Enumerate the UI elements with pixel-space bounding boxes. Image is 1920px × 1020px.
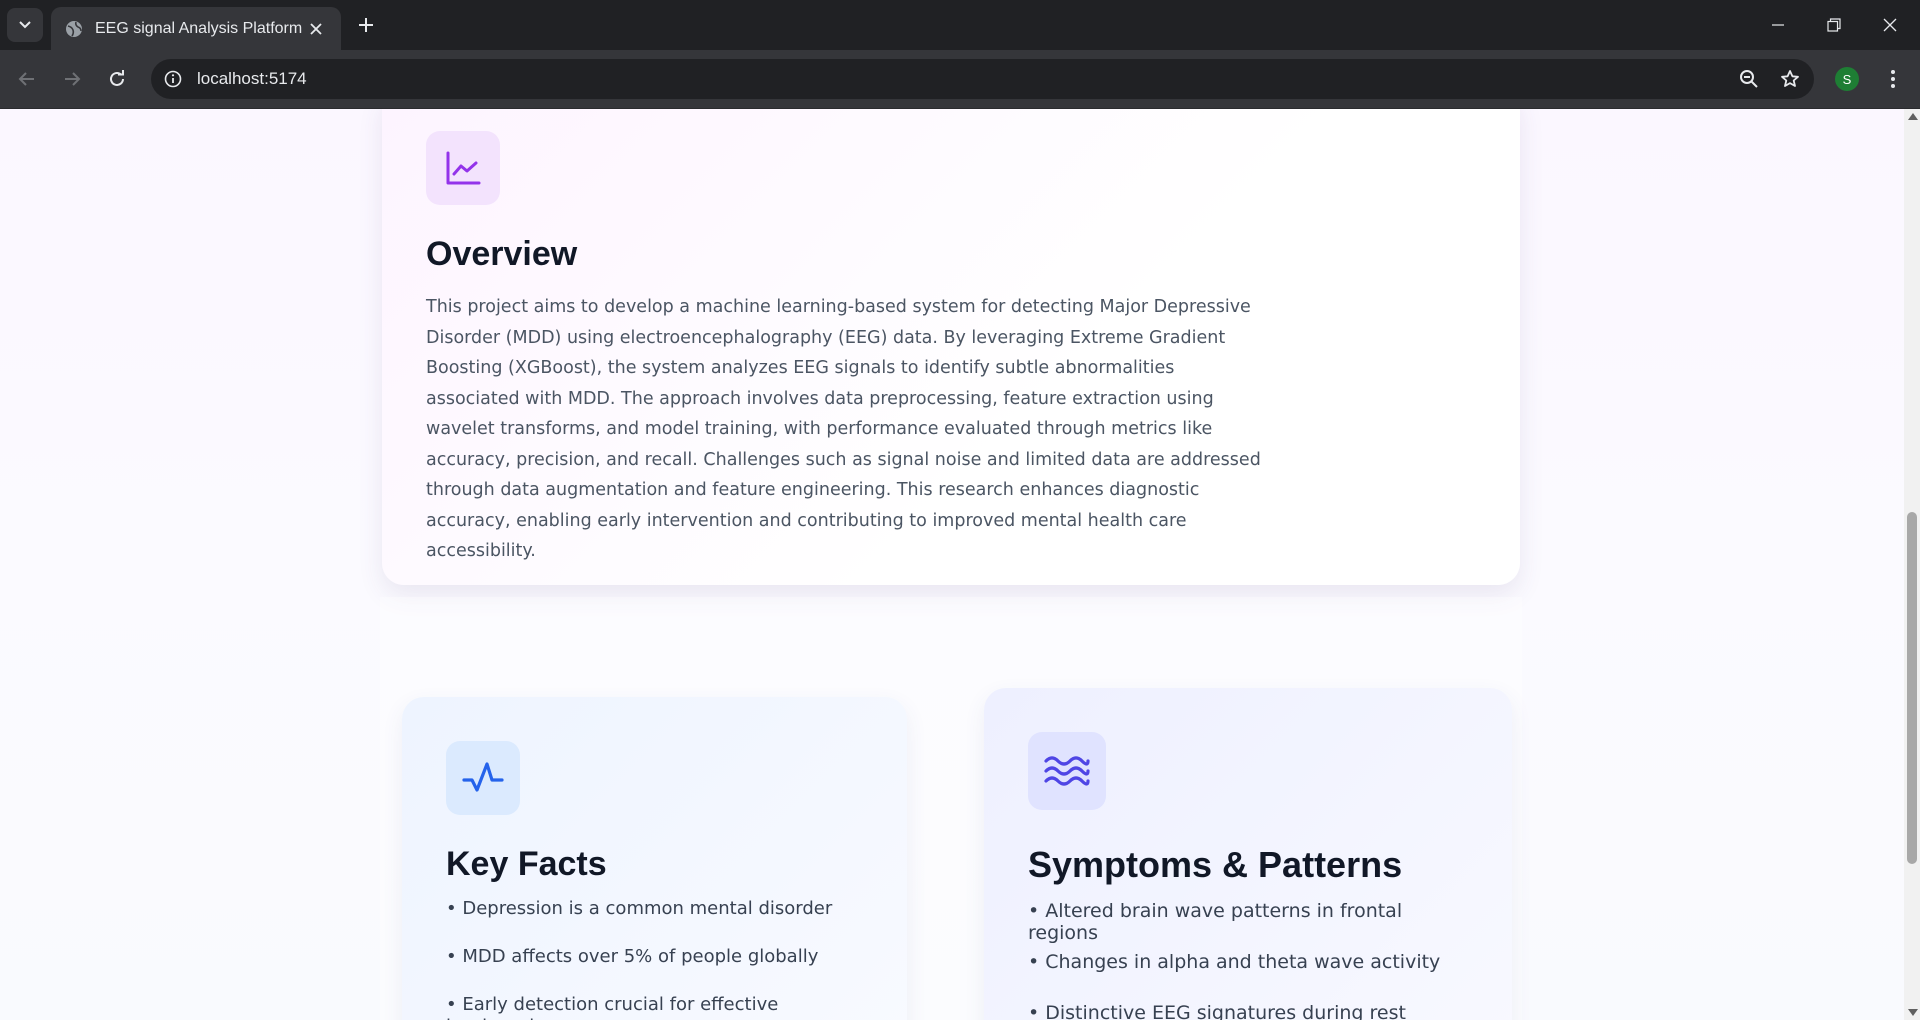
close-window-button[interactable] <box>1862 0 1918 50</box>
overview-icon-tile <box>426 131 500 205</box>
tab-title: EEG signal Analysis Platform <box>95 19 303 37</box>
overview-description: This project aims to develop a machine l… <box>426 297 1261 561</box>
globe-icon <box>65 20 83 38</box>
key-facts-icon-tile <box>446 741 520 815</box>
key-facts-list: • Depression is a common mental disorder… <box>446 898 863 1020</box>
overview-title: Overview <box>426 235 578 273</box>
key-facts-title: Key Facts <box>446 845 607 883</box>
line-chart-icon <box>446 151 481 185</box>
overview-card: Overview This project aims to develop a … <box>382 109 1520 585</box>
symptoms-icon-tile <box>1028 732 1106 810</box>
scroll-up-arrow-icon[interactable] <box>1908 113 1918 120</box>
more-vertical-icon <box>1891 70 1895 88</box>
tab-search-button[interactable] <box>7 8 43 42</box>
symptoms-title: Symptoms & Patterns <box>1028 844 1403 885</box>
vertical-scrollbar[interactable] <box>1904 109 1920 1020</box>
browser-menu-button[interactable] <box>1878 62 1908 96</box>
waves-icon <box>1044 756 1090 786</box>
close-icon <box>1883 18 1897 32</box>
plus-icon <box>359 18 373 32</box>
chevron-down-icon <box>19 21 31 29</box>
new-tab-button[interactable] <box>352 11 380 39</box>
restore-button[interactable] <box>1806 0 1862 50</box>
list-item: • Distinctive EEG signatures during rest… <box>1028 1002 1406 1020</box>
site-info-icon[interactable] <box>160 66 186 92</box>
minimize-icon <box>1772 24 1784 26</box>
list-item: • Changes in alpha and theta wave activi… <box>1028 951 1441 973</box>
activity-icon <box>462 762 504 792</box>
symptoms-card: Symptoms & Patterns • Altered brain wave… <box>984 688 1512 1020</box>
key-facts-card: Key Facts • Depression is a common menta… <box>402 697 907 1020</box>
list-item: • Early detection crucial for effective … <box>446 994 779 1020</box>
reload-button[interactable] <box>100 62 134 96</box>
arrow-right-icon <box>65 72 81 86</box>
bookmark-star-icon[interactable] <box>1773 62 1807 96</box>
address-bar[interactable]: localhost:5174 <box>151 59 1814 99</box>
url-text[interactable]: localhost:5174 <box>197 69 1732 89</box>
forward-button[interactable] <box>55 62 89 96</box>
tab-close-icon[interactable] <box>305 18 327 40</box>
profile-avatar[interactable]: S <box>1835 67 1859 91</box>
list-item: • Altered brain wave patterns in frontal… <box>1028 900 1403 944</box>
restore-icon <box>1827 18 1841 32</box>
browser-toolbar: localhost:5174 <box>0 50 1920 109</box>
page-viewport: Overview This project aims to develop a … <box>0 109 1904 1020</box>
reload-icon <box>110 70 124 86</box>
arrow-left-icon <box>18 72 34 86</box>
scroll-down-arrow-icon[interactable] <box>1908 1009 1918 1016</box>
browser-titlebar: EEG signal Analysis Platform <box>0 0 1920 50</box>
minimize-button[interactable] <box>1750 0 1806 50</box>
list-item: • MDD affects over 5% of people globally <box>446 946 819 967</box>
list-item: • Depression is a common mental disorder <box>446 898 833 919</box>
browser-tab-active[interactable]: EEG signal Analysis Platform <box>51 7 341 50</box>
zoom-out-icon[interactable] <box>1732 62 1766 96</box>
back-button[interactable] <box>10 62 44 96</box>
symptoms-list: • Altered brain wave patterns in frontal… <box>1028 900 1468 1020</box>
scrollbar-thumb[interactable] <box>1907 512 1917 864</box>
